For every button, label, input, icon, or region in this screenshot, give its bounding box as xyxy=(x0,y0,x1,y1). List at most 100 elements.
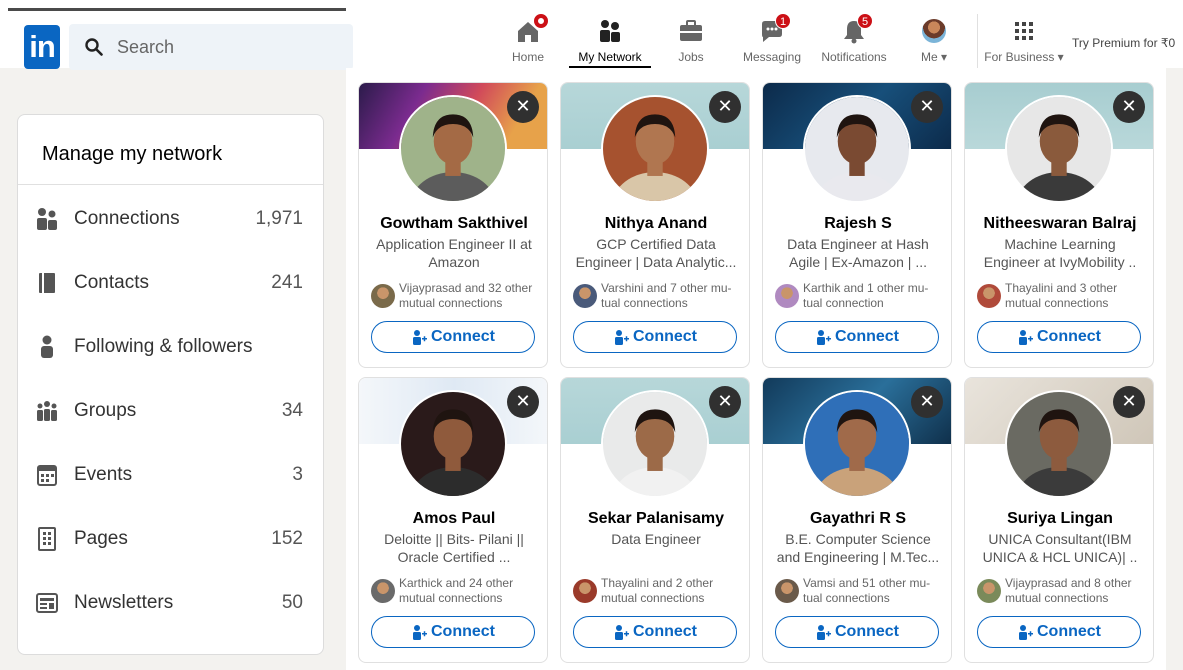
search-bar[interactable] xyxy=(69,24,353,70)
person-suggestion-card[interactable]: ✕ Amos Paul Deloitte || Bits- Pilani || … xyxy=(358,377,548,663)
divider xyxy=(18,184,323,185)
person-suggestion-card[interactable]: ✕ Nithya Anand GCP Certified Data Engine… xyxy=(560,82,750,368)
nav-home[interactable]: Home xyxy=(508,14,548,68)
person-name[interactable]: Sekar Palanisamy xyxy=(561,510,749,528)
dismiss-button[interactable]: ✕ xyxy=(507,386,539,418)
chevron-down-icon: ▾ xyxy=(940,50,948,64)
connect-label: Connect xyxy=(633,328,697,345)
dismiss-button[interactable]: ✕ xyxy=(1113,91,1145,123)
avatar xyxy=(977,284,1001,308)
person-headline: GCP Certified Data Engineer | Data Analy… xyxy=(575,236,737,270)
connect-button[interactable]: Connect xyxy=(573,321,737,353)
person-name[interactable]: Nitheeswaran Balraj xyxy=(965,215,1153,233)
dismiss-button[interactable]: ✕ xyxy=(1113,386,1145,418)
sidebar-item-label: Newsletters xyxy=(74,592,174,613)
profile-photo[interactable] xyxy=(1005,390,1113,498)
mutual-connections-text: Vijayprasad and 8 other mutual connectio… xyxy=(1005,576,1132,605)
dismiss-button[interactable]: ✕ xyxy=(911,91,943,123)
connect-label: Connect xyxy=(633,623,697,640)
sidebar-item-contacts[interactable]: Contacts 241 xyxy=(18,258,323,308)
sidebar-item-label: Pages xyxy=(74,528,128,549)
close-icon: ✕ xyxy=(1121,96,1137,117)
avatar xyxy=(371,284,395,308)
dismiss-button[interactable]: ✕ xyxy=(709,91,741,123)
connect-button[interactable]: Connect xyxy=(573,616,737,648)
linkedin-logo[interactable]: in xyxy=(24,25,60,69)
profile-photo[interactable] xyxy=(803,390,911,498)
profile-photo-graphic xyxy=(401,97,505,201)
person-suggestion-card[interactable]: ✕ Gayathri R S B.E. Computer Science and… xyxy=(762,377,952,663)
connect-button[interactable]: Connect xyxy=(775,321,939,353)
dismiss-button[interactable]: ✕ xyxy=(507,91,539,123)
add-person-icon xyxy=(1019,330,1033,345)
close-icon: ✕ xyxy=(717,391,733,412)
person-name[interactable]: Gowtham Sakthivel xyxy=(359,215,547,233)
mutual-connections[interactable]: Vamsi and 51 other mu-tual connections xyxy=(775,576,947,606)
connect-button[interactable]: Connect xyxy=(371,616,535,648)
mutual-connections[interactable]: Vijayprasad and 32 other mutual connecti… xyxy=(371,281,543,311)
profile-photo[interactable] xyxy=(399,390,507,498)
sidebar-item-newsletters[interactable]: Newsletters 50 xyxy=(18,578,323,628)
dismiss-button[interactable]: ✕ xyxy=(709,386,741,418)
mutual-connections[interactable]: Thayalini and 2 other mutual connections xyxy=(573,576,745,606)
profile-photo[interactable] xyxy=(601,390,709,498)
person-suggestion-card[interactable]: ✕ Sekar Palanisamy Data Engineer Thayali… xyxy=(560,377,750,663)
dismiss-button[interactable]: ✕ xyxy=(911,386,943,418)
add-person-icon xyxy=(1019,625,1033,640)
person-name[interactable]: Suriya Lingan xyxy=(965,510,1153,528)
person-name[interactable]: Amos Paul xyxy=(359,510,547,528)
person-suggestion-card[interactable]: ✕ Rajesh S Data Engineer at Hash Agile |… xyxy=(762,82,952,368)
person-headline: Data Engineer at Hash Agile | Ex-Amazon … xyxy=(787,236,929,270)
profile-photo[interactable] xyxy=(1005,95,1113,203)
sidebar-item-events[interactable]: Events 3 xyxy=(18,450,323,500)
newspaper-icon xyxy=(36,593,58,613)
contact-book-icon xyxy=(39,273,55,293)
mutual-connections[interactable]: Varshini and 7 other mu-tual connections xyxy=(573,281,745,311)
mutual-connections[interactable]: Karthik and 1 other mu-tual connection xyxy=(775,281,947,311)
nav-label-notifications: Notifications xyxy=(821,50,887,64)
nav-messaging[interactable]: 1 Messaging xyxy=(742,13,802,68)
profile-photo[interactable] xyxy=(399,95,507,203)
sidebar-item-pages[interactable]: Pages 152 xyxy=(18,514,323,564)
person-suggestion-card[interactable]: ✕ Nitheeswaran Balraj Machine Learning E… xyxy=(964,82,1154,368)
connect-button[interactable]: Connect xyxy=(775,616,939,648)
person-headline: Data Engineer xyxy=(611,531,701,547)
profile-photo[interactable] xyxy=(601,95,709,203)
nav-me[interactable]: Me ▾ xyxy=(916,18,952,68)
person-name[interactable]: Rajesh S xyxy=(763,215,951,233)
connect-button[interactable]: Connect xyxy=(977,321,1141,353)
mutual-connections-text: Thayalini and 3 other mutual connections xyxy=(1005,281,1118,310)
nav-label-home: Home xyxy=(511,50,544,64)
person-name[interactable]: Nithya Anand xyxy=(561,215,749,233)
sidebar-item-connections[interactable]: Connections 1,971 xyxy=(18,194,323,244)
person-name[interactable]: Gayathri R S xyxy=(763,510,951,528)
nav-my-network[interactable]: My Network xyxy=(569,18,651,68)
window-edge-line xyxy=(8,8,346,11)
mutual-connections-text: Vijayprasad and 32 other mutual connecti… xyxy=(399,281,533,310)
nav-label-messaging: Messaging xyxy=(742,50,802,64)
nav-notifications[interactable]: 5 Notifications xyxy=(819,13,889,68)
sidebar-item-following-followers[interactable]: Following & followers xyxy=(18,322,323,372)
close-icon: ✕ xyxy=(515,391,531,412)
profile-photo-graphic xyxy=(603,97,707,201)
home-icon xyxy=(515,14,548,44)
profile-photo[interactable] xyxy=(803,95,911,203)
profile-photo-graphic xyxy=(603,392,707,496)
person-headline: Application Engineer II at Amazon xyxy=(376,236,532,270)
person-headline: Deloitte || Bits- Pilani || Oracle Certi… xyxy=(384,531,524,565)
person-suggestion-card[interactable]: ✕ Suriya Lingan UNICA Consultant(IBM UNI… xyxy=(964,377,1154,663)
nav-for-business[interactable]: For Business ▾ xyxy=(982,18,1066,68)
sidebar-item-groups[interactable]: Groups 34 xyxy=(18,386,323,436)
search-input[interactable] xyxy=(117,36,337,58)
profile-photo-graphic xyxy=(805,97,909,201)
calendar-icon xyxy=(37,465,57,486)
connect-label: Connect xyxy=(835,623,899,640)
connect-button[interactable]: Connect xyxy=(371,321,535,353)
mutual-connections[interactable]: Vijayprasad and 8 other mutual connectio… xyxy=(977,576,1149,606)
person-suggestion-card[interactable]: ✕ Gowtham Sakthivel Application Engineer… xyxy=(358,82,548,368)
nav-jobs[interactable]: Jobs xyxy=(672,18,710,68)
try-premium-link[interactable]: Try Premium for ₹0 xyxy=(1072,36,1175,50)
connect-button[interactable]: Connect xyxy=(977,616,1141,648)
mutual-connections[interactable]: Karthick and 24 other mutual connections xyxy=(371,576,543,606)
mutual-connections[interactable]: Thayalini and 3 other mutual connections xyxy=(977,281,1149,311)
